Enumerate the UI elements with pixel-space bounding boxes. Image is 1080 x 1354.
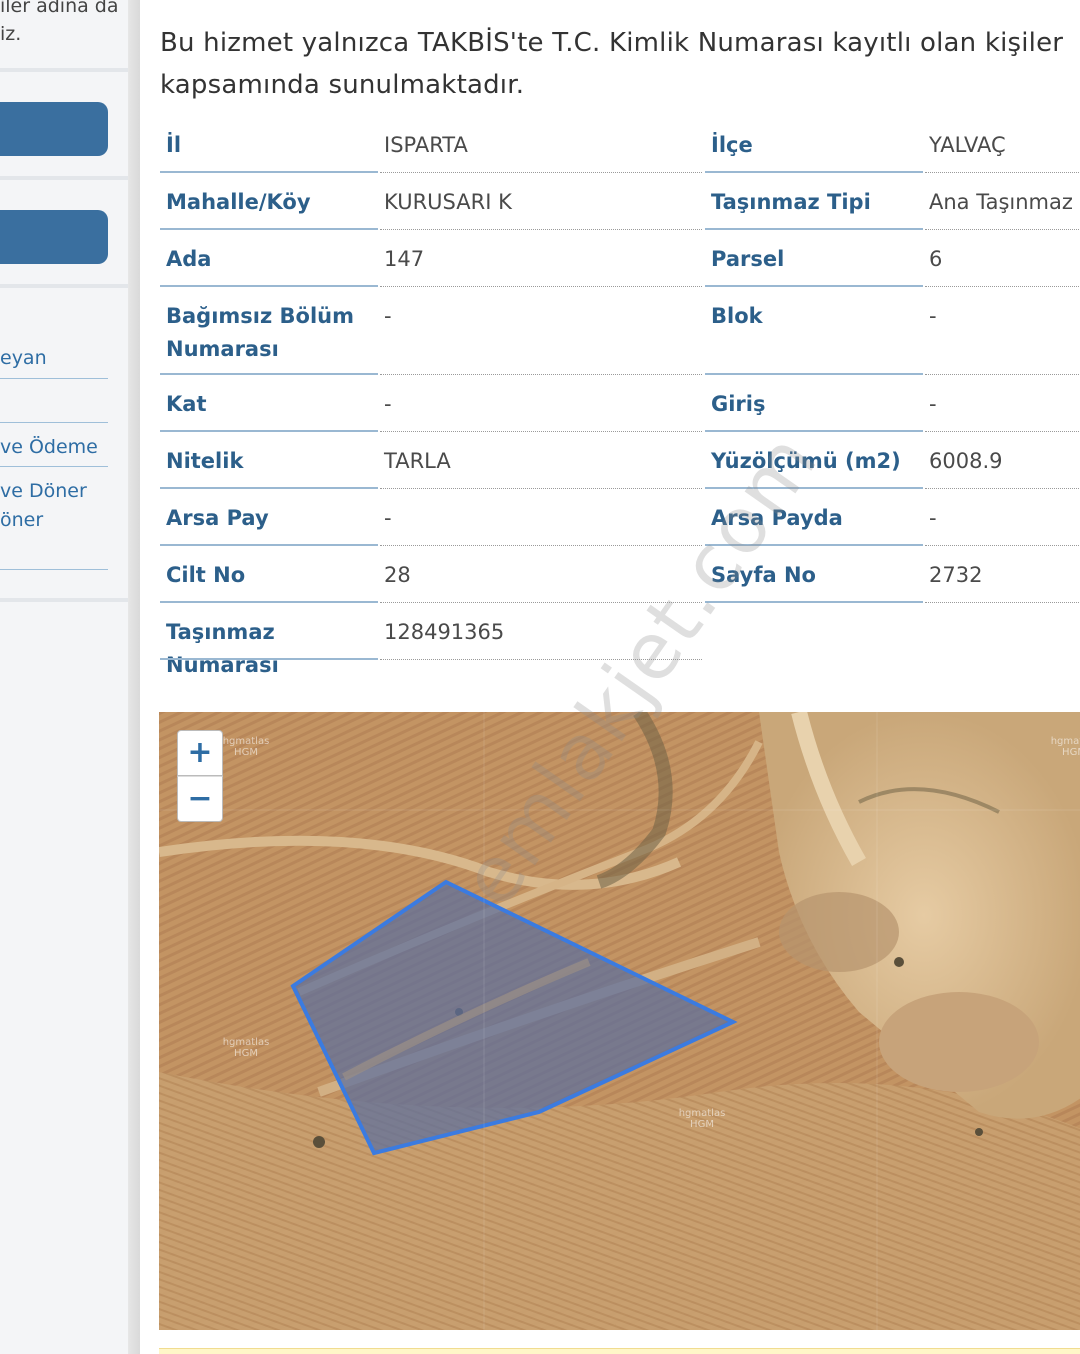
- sidebar-shadow: [128, 0, 140, 1354]
- value-bagimsiz-bolum: -: [380, 294, 702, 375]
- label-ada: Ada: [160, 237, 378, 287]
- label-ilce: İlçe: [705, 123, 923, 173]
- sidebar-divider: [0, 598, 128, 602]
- sidebar-link-underline: [0, 569, 108, 570]
- sidebar-link-doner[interactable]: ve Döner: [0, 477, 87, 506]
- tile-watermark-label: hgmatlas HGM: [678, 1108, 726, 1130]
- table-row: İl ISPARTA İlçe YALVAÇ: [160, 123, 1080, 173]
- main-content: Bu hizmet yalnızca TAKBİS'te T.C. Kimlik…: [140, 0, 1080, 1354]
- table-row: Kat - Giriş -: [160, 382, 1080, 432]
- value-ada: 147: [380, 237, 702, 287]
- label-arsa-pay: Arsa Pay: [160, 496, 378, 546]
- value-cilt-no: 28: [380, 553, 702, 603]
- sidebar: iler adına da iz. eyan ve Ödeme ve Döner…: [0, 0, 128, 1354]
- satellite-image: [159, 712, 1080, 1330]
- table-row: Arsa Pay - Arsa Payda -: [160, 496, 1080, 546]
- value-tasinmaz-tipi: Ana Taşınmaz: [925, 180, 1080, 230]
- value-arsa-payda: -: [925, 496, 1080, 546]
- table-row: Bağımsız Bölüm Numarası - Blok -: [160, 294, 1080, 375]
- label-tasinmaz-tipi: Taşınmaz Tipi: [705, 180, 923, 230]
- label-bagimsiz-bolum: Bağımsız Bölüm Numarası: [160, 294, 378, 375]
- sidebar-info-text-2: iz.: [0, 23, 22, 45]
- alert-strip: [159, 1348, 1080, 1354]
- label-cilt-no: Cilt No: [160, 553, 378, 603]
- table-row: Nitelik TARLA Yüzölçümü (m2) 6008.9: [160, 439, 1080, 489]
- sidebar-link-doner-2[interactable]: öner: [0, 506, 43, 535]
- zoom-in-button[interactable]: +: [177, 730, 223, 776]
- label-sayfa-no: Sayfa No: [705, 553, 923, 603]
- value-il: ISPARTA: [380, 123, 702, 173]
- sidebar-divider: [0, 176, 128, 180]
- sidebar-divider: [0, 284, 128, 288]
- sidebar-link-odeme[interactable]: ve Ödeme: [0, 433, 98, 462]
- label-tasinmaz-numarasi: Taşınmaz Numarası: [160, 610, 378, 677]
- value-ilce: YALVAÇ: [925, 123, 1080, 173]
- service-notice: Bu hizmet yalnızca TAKBİS'te T.C. Kimlik…: [160, 28, 1064, 100]
- sidebar-divider: [0, 68, 128, 72]
- value-yuzolcumu: 6008.9: [925, 439, 1080, 489]
- sidebar-link-underline: [0, 422, 108, 423]
- label-kat: Kat: [160, 382, 378, 432]
- value-sayfa-no: 2732: [925, 553, 1080, 603]
- label-giris: Giriş: [705, 382, 923, 432]
- value-arsa-pay: -: [380, 496, 702, 546]
- tile-watermark-label: hgmatlas HGM: [1050, 736, 1080, 758]
- label-mahalle: Mahalle/Köy: [160, 180, 378, 230]
- label-yuzolcumu: Yüzölçümü (m2): [705, 439, 923, 489]
- label-arsa-payda: Arsa Payda: [705, 496, 923, 546]
- table-row: Taşınmaz Numarası 128491365: [160, 610, 1080, 677]
- sidebar-button-2[interactable]: [0, 210, 108, 264]
- sidebar-link-beyan[interactable]: eyan: [0, 344, 47, 373]
- sidebar-link-underline: [0, 378, 108, 379]
- value-blok: -: [925, 294, 1080, 375]
- zoom-out-button[interactable]: −: [177, 776, 223, 822]
- value-kat: -: [380, 382, 702, 432]
- value-mahalle: KURUSARI K: [380, 180, 702, 230]
- table-row: Ada 147 Parsel 6: [160, 237, 1080, 287]
- value-tasinmaz-numarasi: 128491365: [380, 610, 702, 660]
- table-row: Mahalle/Köy KURUSARI K Taşınmaz Tipi Ana…: [160, 180, 1080, 230]
- value-nitelik: TARLA: [380, 439, 702, 489]
- label-parsel: Parsel: [705, 237, 923, 287]
- sidebar-info-text-1: iler adına da: [0, 0, 119, 17]
- table-row: Cilt No 28 Sayfa No 2732: [160, 553, 1080, 603]
- parcel-map[interactable]: hgmatlas HGM hgmatlas HGM hgmatlas HGM h…: [159, 712, 1080, 1330]
- sidebar-link-underline: [0, 466, 108, 467]
- label-il: İl: [160, 123, 378, 173]
- label-blok: Blok: [705, 294, 923, 375]
- sidebar-button-1[interactable]: [0, 102, 108, 156]
- value-giris: -: [925, 382, 1080, 432]
- label-nitelik: Nitelik: [160, 439, 378, 489]
- value-parsel: 6: [925, 237, 1080, 287]
- tile-watermark-label: hgmatlas HGM: [222, 1037, 270, 1059]
